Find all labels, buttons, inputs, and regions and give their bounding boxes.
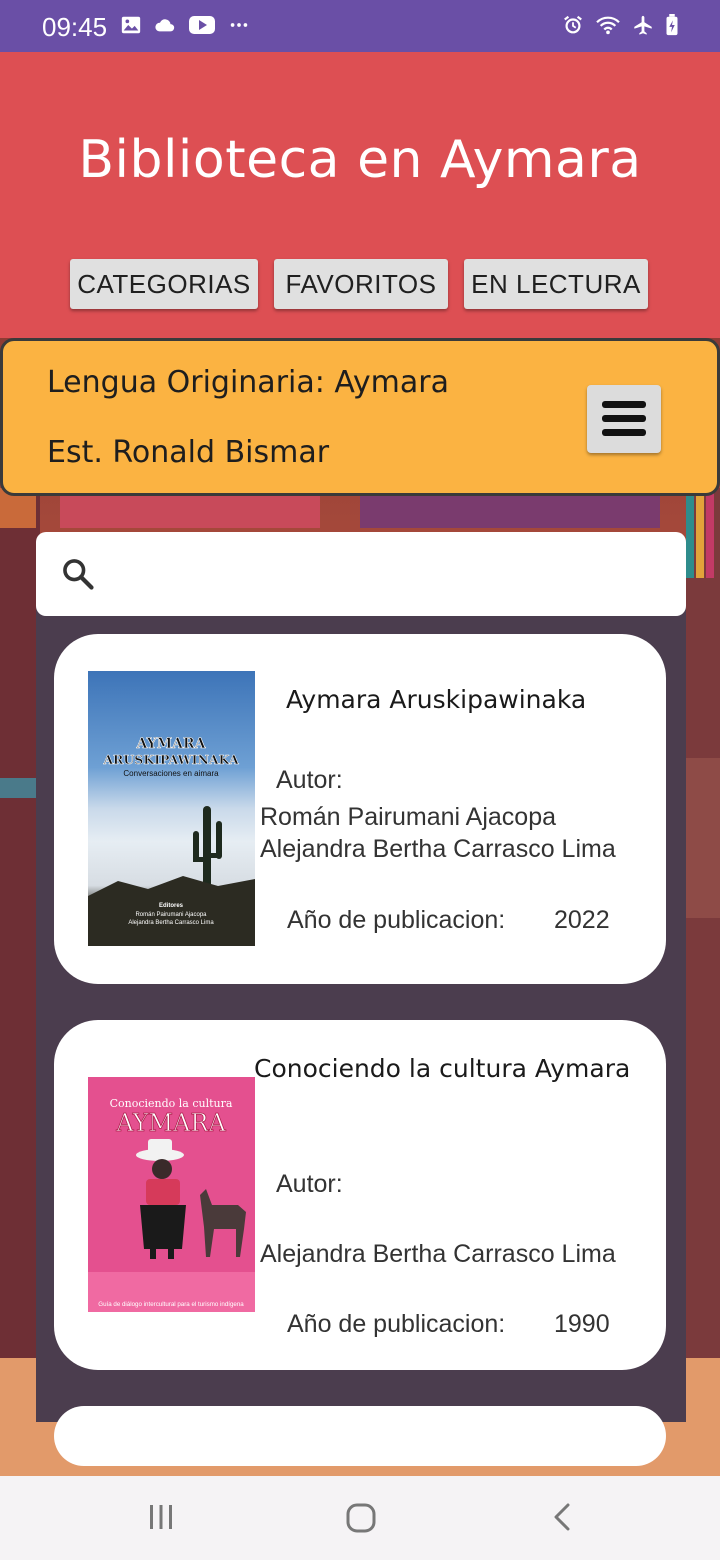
app-title: Biblioteca en Aymara <box>78 130 642 190</box>
status-left-icons <box>120 14 250 36</box>
book-title: Aymara Aruskipawinaka <box>286 685 587 714</box>
year-label: Año de publicacion: <box>287 1310 506 1338</box>
author-name: Román Pairumani Ajacopa <box>260 803 556 831</box>
cover-credit-2: Alejandra Bertha Carrasco Lima <box>128 920 214 926</box>
battery-icon <box>666 14 678 36</box>
status-bar: 09:45 <box>0 0 720 52</box>
author-name: Alejandra Bertha Carrasco Lima <box>260 1240 616 1268</box>
author-label: Autor: <box>276 766 343 794</box>
author-label: Autor: <box>276 1170 343 1198</box>
author-name: Alejandra Bertha Carrasco Lima <box>260 835 616 863</box>
cover-credits-heading: Editores <box>159 903 184 909</box>
book-card[interactable] <box>54 1406 666 1466</box>
en-lectura-button[interactable]: EN LECTURA <box>464 259 648 309</box>
search-input[interactable] <box>116 548 666 600</box>
year-value: 1990 <box>554 1310 610 1338</box>
cover-title-line2: ARUSKIPAWINAKA <box>102 752 239 767</box>
back-icon[interactable] <box>550 1502 574 1532</box>
status-time: 09:45 <box>42 12 108 42</box>
favoritos-button[interactable]: FAVORITOS <box>274 259 448 309</box>
cover-footer: Guía de diálogo intercultural para el tu… <box>98 1301 244 1308</box>
cover-credit-1: Román Pairumani Ajacopa <box>135 912 207 918</box>
book-cover-image: AYMARA ARUSKIPAWINAKA Conversaciones en … <box>88 671 255 946</box>
more-dots-icon <box>230 23 248 27</box>
wifi-icon <box>596 16 620 35</box>
system-nav-bar <box>0 1476 720 1560</box>
year-label: Año de publicacion: <box>287 906 506 934</box>
book-card[interactable]: Conociendo la cultura AYMARA Guía de diá… <box>54 1020 666 1370</box>
book-title: Conociendo la cultura Aymara <box>254 1054 631 1083</box>
airplane-icon <box>634 15 652 35</box>
search-icon[interactable] <box>60 556 96 592</box>
hamburger-menu-button[interactable] <box>587 385 661 453</box>
student-label: Est. Ronald Bismar <box>47 435 330 470</box>
home-icon[interactable] <box>345 1502 377 1534</box>
cover-title-line1: AYMARA <box>135 736 206 752</box>
book-card[interactable]: AYMARA ARUSKIPAWINAKA Conversaciones en … <box>54 634 666 984</box>
search-bar[interactable] <box>36 532 686 616</box>
alarm-icon <box>564 15 582 34</box>
year-value: 2022 <box>554 906 610 934</box>
cover-subtitle: Conversaciones en aimara <box>123 769 219 778</box>
categorias-button[interactable]: CATEGORIAS <box>70 259 258 309</box>
book-cover-image: Conociendo la cultura AYMARA Guía de diá… <box>88 1077 255 1312</box>
status-right-icons <box>562 14 680 36</box>
recent-apps-icon[interactable] <box>146 1502 176 1532</box>
hamburger-menu-icon <box>602 401 646 436</box>
language-label: Lengua Originaria: Aymara <box>47 365 449 400</box>
cover-title-line2: AYMARA <box>115 1109 226 1137</box>
app-header: Biblioteca en Aymara CATEGORIAS FAVORITO… <box>0 52 720 338</box>
image-icon <box>121 16 141 34</box>
youtube-icon <box>189 16 215 34</box>
cloud-icon <box>155 19 175 32</box>
info-bar: Lengua Originaria: Aymara Est. Ronald Bi… <box>0 338 720 496</box>
